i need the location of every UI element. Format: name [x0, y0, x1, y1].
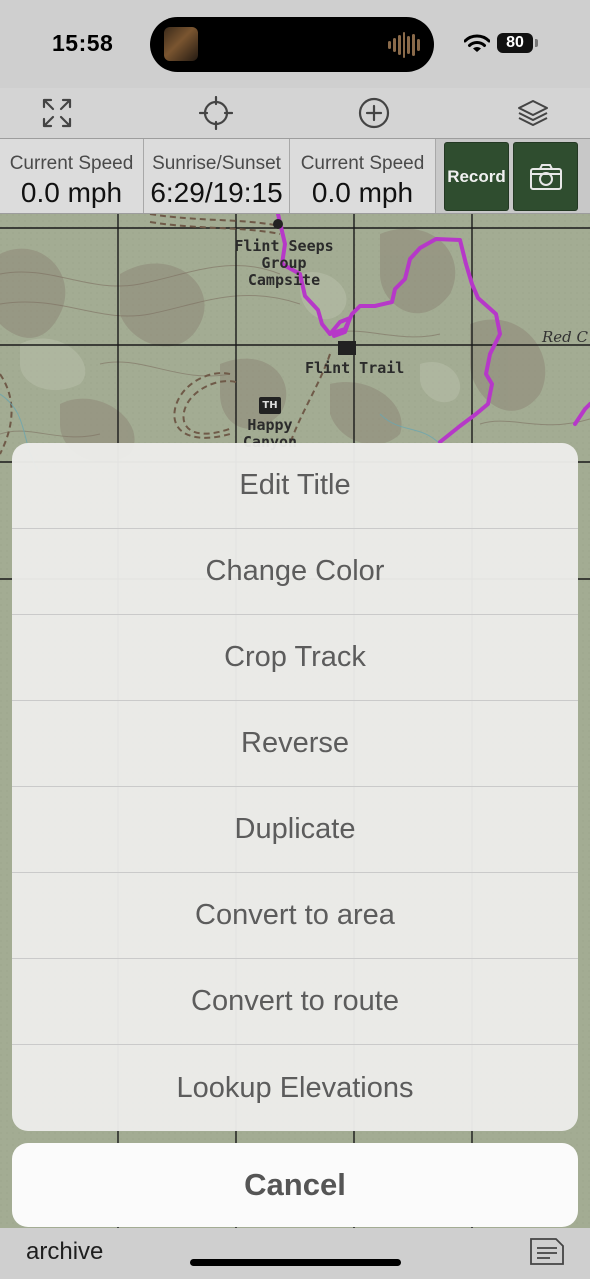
trailhead-badge: TH: [259, 397, 281, 414]
camera-icon: [529, 163, 562, 190]
document-list-icon[interactable]: [528, 1235, 566, 1267]
cancel-button[interactable]: Cancel: [12, 1143, 578, 1227]
info-value: 0.0 mph: [20, 177, 123, 208]
map-toolbar: [0, 88, 590, 138]
status-bar: 15:58 80: [0, 0, 590, 88]
info-label: Current Speed: [300, 153, 425, 174]
map-label-flint-trail: Flint Trail: [305, 359, 405, 377]
camera-button[interactable]: [513, 142, 578, 211]
audio-waveform-icon: [388, 31, 421, 59]
dynamic-island[interactable]: [150, 17, 434, 72]
add-circle-icon[interactable]: [357, 96, 391, 130]
wifi-icon: [463, 34, 491, 54]
action-lookup-elevations[interactable]: Lookup Elevations: [12, 1045, 578, 1131]
info-cell-sunrise-sunset[interactable]: Sunrise/Sunset 6:29/19:15: [144, 139, 290, 213]
status-time: 15:58: [52, 30, 114, 56]
action-convert-to-route[interactable]: Convert to route: [12, 959, 578, 1045]
locate-crosshair-icon[interactable]: [198, 95, 234, 131]
info-cell-current-speed[interactable]: Current Speed 0.0 mph: [0, 139, 144, 213]
action-reverse[interactable]: Reverse: [12, 701, 578, 787]
action-duplicate[interactable]: Duplicate: [12, 787, 578, 873]
archive-link[interactable]: archive: [26, 1238, 103, 1266]
expand-icon[interactable]: [40, 96, 74, 130]
info-value: 6:29/19:15: [150, 177, 283, 208]
info-bar: Current Speed 0.0 mph Sunrise/Sunset 6:2…: [0, 138, 590, 214]
record-button[interactable]: Record: [444, 142, 509, 211]
action-edit-title[interactable]: Edit Title: [12, 443, 578, 529]
action-sheet: Edit Title Change Color Crop Track Rever…: [12, 443, 578, 1131]
info-label: Current Speed: [9, 153, 134, 174]
now-playing-artwork: [164, 27, 198, 61]
action-crop-track[interactable]: Crop Track: [12, 615, 578, 701]
battery-indicator: 80: [497, 33, 538, 53]
action-change-color[interactable]: Change Color: [12, 529, 578, 615]
layers-icon[interactable]: [516, 96, 550, 130]
info-label: Sunrise/Sunset: [152, 153, 281, 174]
action-convert-to-area[interactable]: Convert to area: [12, 873, 578, 959]
home-indicator[interactable]: [190, 1259, 401, 1266]
info-value: 0.0 mph: [311, 177, 414, 208]
map-label-red-canyon: Red C: [542, 328, 589, 346]
map-label-flint-seeps: Flint Seeps Group Campsite: [234, 237, 334, 289]
info-cell-current-speed-2[interactable]: Current Speed 0.0 mph: [290, 139, 436, 213]
